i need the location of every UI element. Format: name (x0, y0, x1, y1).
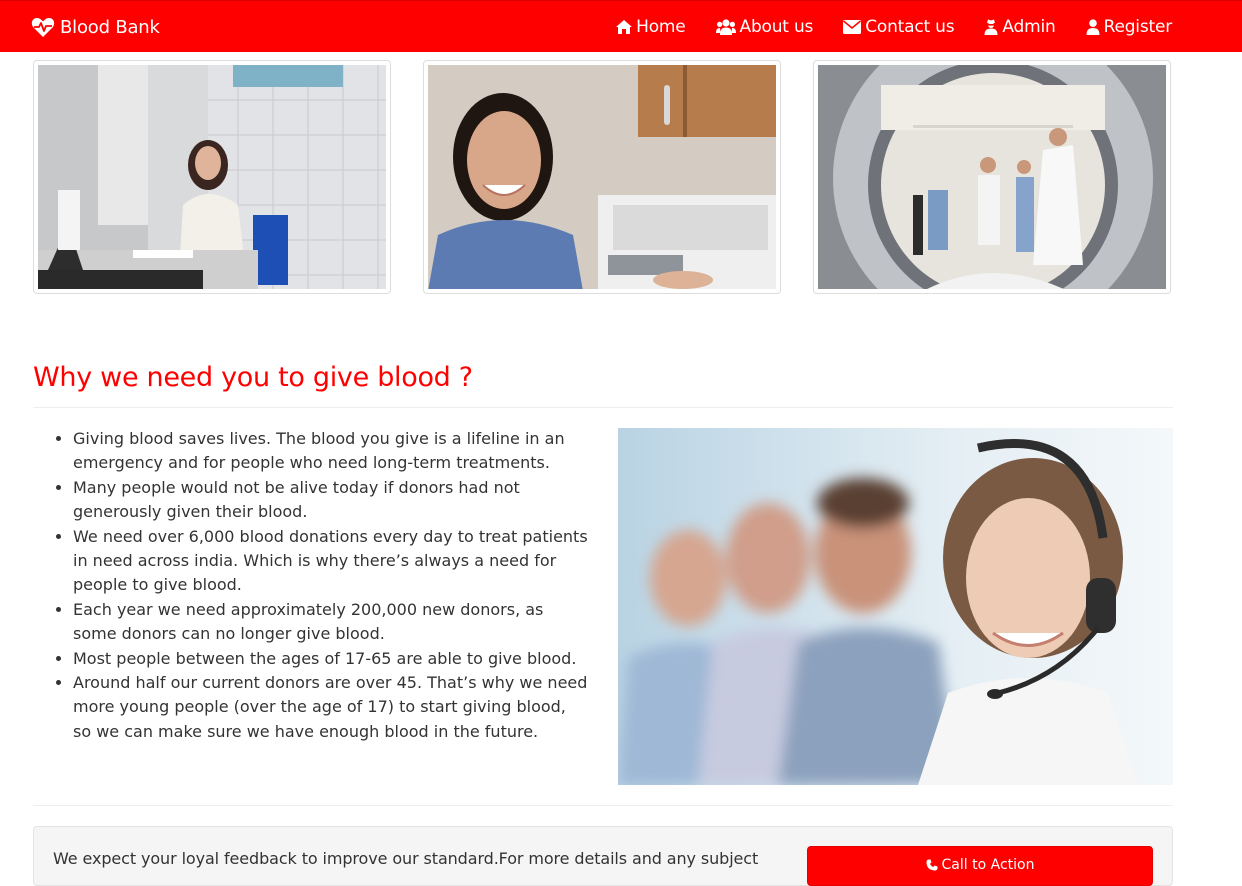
section-title: Why we need you to give blood ? (33, 362, 473, 393)
nav-about[interactable]: About us (715, 17, 814, 37)
nav-home[interactable]: Home (616, 17, 686, 37)
section-divider (33, 407, 1173, 408)
nav-admin-label: Admin (1002, 17, 1056, 37)
nav-register-label: Register (1103, 17, 1173, 37)
list-item: Giving blood saves lives. The blood you … (73, 427, 593, 476)
thumbnail-nurse (423, 60, 781, 294)
phone-icon (926, 859, 938, 871)
nav-contact[interactable]: Contact us (843, 17, 955, 37)
thumbnail-mri (813, 60, 1171, 294)
receptionist-photo (38, 65, 386, 289)
call-to-action-label: Call to Action (941, 857, 1035, 873)
user-secret-icon (984, 19, 998, 35)
main-nav: Home About us Contact us Admin Register (586, 1, 1172, 53)
list-item: Around half our current donors are over … (73, 671, 593, 744)
reasons-list: Giving blood saves lives. The blood you … (33, 427, 593, 744)
call-to-action-button[interactable]: Call to Action (807, 846, 1153, 886)
thumbnail-receptionist (33, 60, 391, 294)
feedback-text: We expect your loyal feedback to improve… (53, 849, 759, 868)
brand-name: Blood Bank (60, 16, 160, 38)
nav-register[interactable]: Register (1086, 17, 1172, 37)
nav-contact-label: Contact us (865, 17, 955, 37)
navbar: Blood Bank Home About us Contact us Admi… (0, 0, 1242, 52)
feedback-well: We expect your loyal feedback to improve… (33, 826, 1173, 886)
nav-admin[interactable]: Admin (984, 17, 1056, 37)
list-item: We need over 6,000 blood donations every… (73, 525, 593, 598)
footer-divider (33, 805, 1173, 806)
list-item: Most people between the ages of 17-65 ar… (73, 647, 593, 671)
list-item: Many people would not be alive today if … (73, 476, 593, 525)
heartbeat-icon (31, 18, 55, 37)
envelope-icon (843, 20, 862, 34)
mri-photo (818, 65, 1166, 289)
list-item: Each year we need approximately 200,000 … (73, 598, 593, 647)
user-icon (1086, 19, 1100, 35)
nav-about-label: About us (739, 17, 814, 37)
users-icon (715, 19, 736, 35)
call-center-photo (618, 428, 1173, 785)
nav-home-label: Home (636, 17, 686, 37)
brand-link[interactable]: Blood Bank (31, 15, 160, 39)
call-center-image (618, 428, 1173, 785)
home-icon (616, 20, 633, 34)
nurse-photo (428, 65, 776, 289)
